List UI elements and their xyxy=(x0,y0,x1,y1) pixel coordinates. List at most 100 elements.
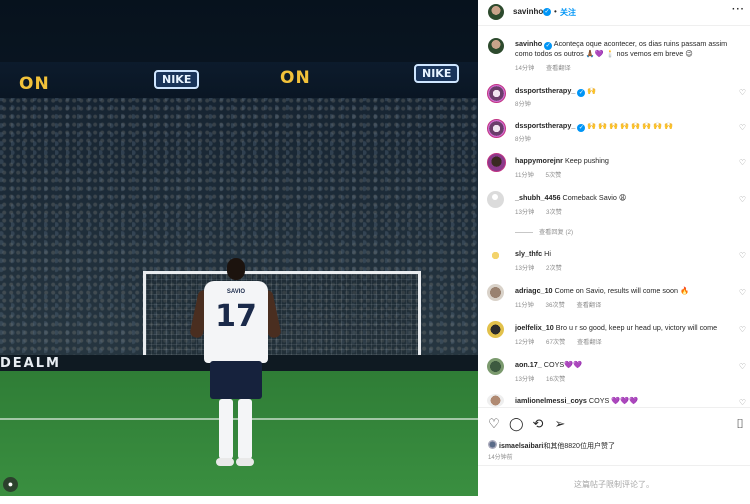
comment-likes[interactable]: 16次赞 xyxy=(546,376,565,383)
comment-username[interactable]: _shubh_4456 xyxy=(515,193,561,202)
comment-meta: 13分钟 3次赞 xyxy=(515,207,572,216)
comment-time: 8分钟 xyxy=(515,101,531,108)
comment-likes[interactable]: 67次赞 xyxy=(546,339,565,346)
shirt-number: 17 xyxy=(215,299,257,334)
comment-likes[interactable]: 5次赞 xyxy=(546,172,562,179)
comment-body: Keep pushing xyxy=(564,156,609,165)
comment-text: sly_thfc Hi xyxy=(515,249,735,259)
comment-time: 13分钟 xyxy=(515,376,535,383)
heart-icon[interactable]: ♡ xyxy=(739,252,746,260)
heart-icon[interactable]: ♡ xyxy=(739,159,746,167)
avatar[interactable] xyxy=(487,358,504,375)
comment-likes[interactable]: 36次赞 xyxy=(546,302,565,309)
player-leg-left xyxy=(219,399,233,459)
view-replies-label[interactable]: 查看回复 (2) xyxy=(539,229,573,236)
caption-text: savinho ✓ Aconteça oque acontecer, os di… xyxy=(515,39,735,59)
verified-icon: ✓ xyxy=(543,8,551,16)
send-icon[interactable]: ➢ xyxy=(553,417,567,431)
comment-time: 12分钟 xyxy=(515,339,535,346)
comment-username[interactable]: sly_thfc xyxy=(515,249,542,258)
comment-body: 🙌 xyxy=(587,86,597,95)
comment-meta: 11分钟 5次赞 xyxy=(515,170,571,179)
player-boot-left xyxy=(216,458,234,466)
heart-icon[interactable]: ♡ xyxy=(487,417,501,431)
comments-disabled-notice: 这篇帖子限制评论了。 xyxy=(478,465,750,496)
comment-username[interactable]: aon.17_ xyxy=(515,360,542,369)
avatar[interactable] xyxy=(487,247,504,264)
comment-username[interactable]: adriagc_10 xyxy=(515,286,553,295)
comment-body: COYS💜💜 xyxy=(543,360,583,369)
comment-meta: 13分钟 16次赞 xyxy=(515,374,575,383)
led-text-left: ON xyxy=(19,74,50,94)
heart-icon[interactable]: ♡ xyxy=(739,196,746,204)
comment-text: iamlionelmessi_coys COYS 💜💜💜 xyxy=(515,396,735,406)
comment-likes[interactable]: 2次赞 xyxy=(546,265,562,272)
follow-button[interactable]: 关注 xyxy=(560,7,576,18)
translate-link[interactable]: 查看翻译 xyxy=(577,339,602,346)
heart-icon[interactable]: ♡ xyxy=(739,326,746,334)
caption-meta: 14分钟 查看翻译 xyxy=(515,63,581,72)
comment-time: 13分钟 xyxy=(515,209,535,216)
likes-rest[interactable]: 和其他8820位用户赞了 xyxy=(543,443,615,450)
avatar[interactable] xyxy=(487,153,506,172)
share-icon[interactable]: ⟲ xyxy=(531,417,545,431)
comment-username[interactable]: joelfelix_10 xyxy=(515,323,554,332)
adboard-text: DEALM xyxy=(0,356,61,371)
header-username[interactable]: savinho xyxy=(513,7,543,16)
post-header: savinho ✓ • 关注 ··· xyxy=(478,0,750,26)
heart-icon[interactable]: ♡ xyxy=(739,124,746,132)
avatar[interactable] xyxy=(487,394,504,407)
avatar[interactable] xyxy=(488,4,504,20)
comment-meta: 12分钟 67次赞 查看翻译 xyxy=(515,337,612,346)
avatar[interactable] xyxy=(487,321,504,338)
tagged-user-icon[interactable]: ● xyxy=(3,477,18,492)
comment-meta: 8分钟 xyxy=(515,99,541,108)
comment-body: Bro u r so good, keep ur head up, victor… xyxy=(555,323,718,332)
player-head xyxy=(227,258,245,280)
led-banner xyxy=(0,62,478,98)
heart-icon[interactable]: ♡ xyxy=(739,363,746,371)
comment-text: adriagc_10 Come on Savio, results will c… xyxy=(515,286,735,296)
comment-username[interactable]: happymorejnr xyxy=(515,156,563,165)
heart-icon[interactable]: ♡ xyxy=(739,399,746,407)
heart-icon[interactable]: ♡ xyxy=(739,89,746,97)
player-shirt: SAVIO 17 xyxy=(204,281,268,363)
comment-meta: 13分钟 2次赞 xyxy=(515,263,572,272)
avatar[interactable] xyxy=(488,38,504,54)
verified-icon: ✓ xyxy=(577,124,586,132)
action-bar: ♡ ◯ ⟲ ➢ ⌷ xyxy=(478,407,750,435)
comment-meta: 11分钟 36次赞 查看翻译 xyxy=(515,300,611,309)
replies-divider xyxy=(515,231,533,233)
translate-link[interactable]: 查看翻译 xyxy=(577,302,602,309)
caption-username[interactable]: savinho xyxy=(515,39,542,48)
comment-icon[interactable]: ◯ xyxy=(509,417,524,431)
player-boot-right xyxy=(236,458,254,466)
more-options-icon[interactable]: ··· xyxy=(732,4,745,15)
avatar[interactable] xyxy=(487,119,506,138)
comment-text: aon.17_ COYS💜💜 xyxy=(515,360,735,370)
likes-summary[interactable]: ismaelsaibari和其他8820位用户赞了 xyxy=(499,441,615,451)
likes-username[interactable]: ismaelsaibari xyxy=(499,443,543,450)
bookmark-icon[interactable]: ⌷ xyxy=(733,417,747,431)
avatar[interactable] xyxy=(487,84,506,103)
comment-likes[interactable]: 3次赞 xyxy=(546,209,562,216)
view-replies-link[interactable]: 查看回复 (2) xyxy=(515,227,573,236)
post-time: 14分钟前 xyxy=(488,455,513,461)
comment-username[interactable]: dssportstherapy_ xyxy=(515,121,575,130)
heart-icon[interactable]: ♡ xyxy=(739,289,746,297)
comment-text: happymorejnr Keep pushing xyxy=(515,156,735,166)
post-photo[interactable]: ON NIKE ON NIKE DEALM SAVIO 17 ● xyxy=(0,0,478,496)
avatar[interactable] xyxy=(487,191,504,208)
player-shorts xyxy=(210,361,262,399)
led-text-right: ON xyxy=(280,68,311,88)
led-logo-right: NIKE xyxy=(414,64,460,83)
translate-link[interactable]: 查看翻译 xyxy=(546,65,571,72)
avatar[interactable] xyxy=(488,440,497,449)
comment-username[interactable]: dssportstherapy_ xyxy=(515,86,575,95)
avatar[interactable] xyxy=(487,284,504,301)
comment-body: Come on Savio, results will come soon 🔥 xyxy=(554,286,689,295)
comments-panel: savinho ✓ • 关注 ··· savinho ✓ Aconteça oq… xyxy=(478,0,750,496)
comment-username[interactable]: iamlionelmessi_coys xyxy=(515,396,587,405)
led-logo-left: NIKE xyxy=(154,70,200,89)
comment-body: COYS 💜💜💜 xyxy=(588,396,639,405)
